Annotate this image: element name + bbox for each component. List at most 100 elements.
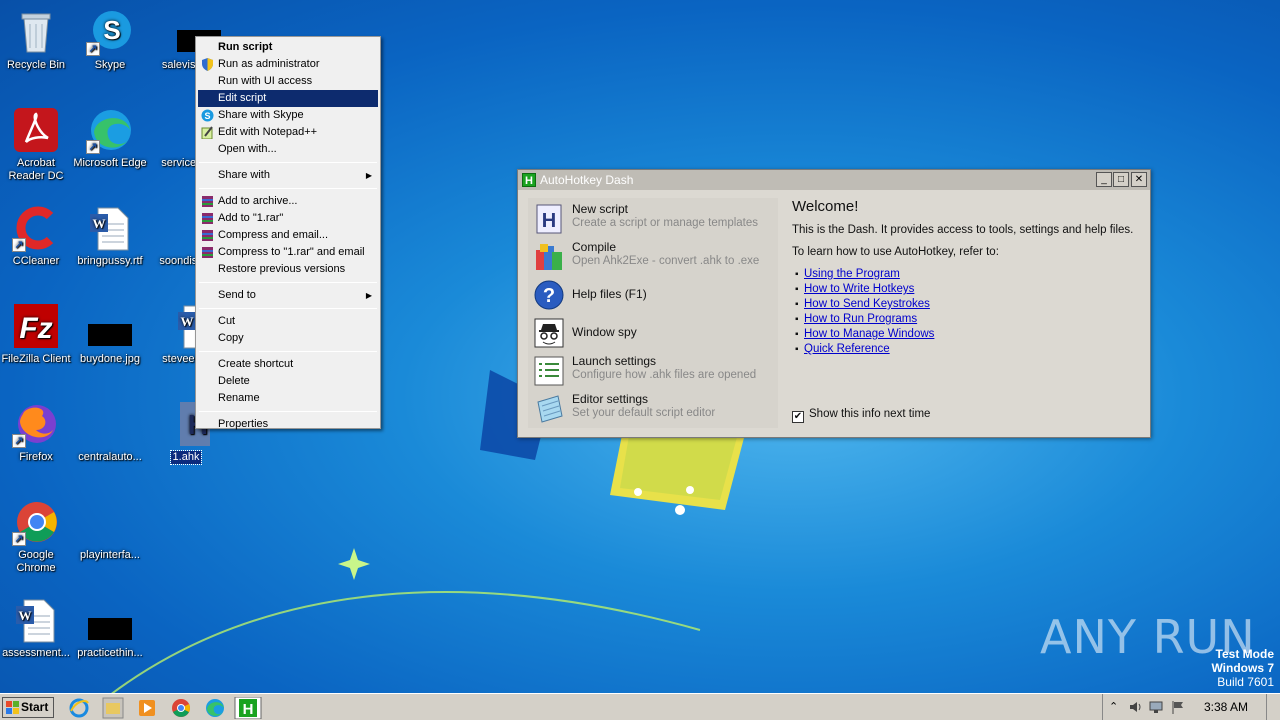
svg-text:H: H [243, 701, 254, 718]
ahk-dash-window: H AutoHotkey Dash _ □ ✕ H New script Cre… [517, 169, 1151, 438]
menu-item-share-with[interactable]: Share with ▶ [198, 167, 378, 184]
link-run-programs[interactable]: How to Run Programs [804, 313, 917, 325]
media-player-icon[interactable] [136, 697, 158, 719]
menu-item-open-with[interactable]: Open with... [198, 141, 378, 158]
menu-item-compress-email[interactable]: Compress and email... [198, 227, 378, 244]
menu-item-rename[interactable]: Rename [198, 390, 378, 407]
desktop-icon-recycle-bin[interactable]: Recycle Bin [0, 8, 74, 72]
menu-item-copy[interactable]: Copy [198, 330, 378, 347]
redacted-image-icon [86, 302, 134, 350]
show-info-checkbox[interactable]: ✔ [792, 411, 804, 423]
welcome-panel: Welcome! This is the Dash. It provides a… [792, 198, 1142, 357]
welcome-description: This is the Dash. It provides access to … [792, 224, 1134, 236]
help-link-item: How to Send Keystrokes [795, 297, 1142, 312]
maximize-button[interactable]: □ [1113, 172, 1129, 187]
desktop-icon-bringpussy[interactable]: W bringpussy.rtf [72, 204, 148, 268]
menu-item-add-rar[interactable]: Add to "1.rar" [198, 210, 378, 227]
skype-icon: S [201, 109, 214, 122]
submenu-arrow-icon: ▶ [365, 291, 372, 300]
shortcut-arrow-icon: ↗ [12, 532, 26, 546]
desktop-icon-filezilla[interactable]: Fz FileZilla Client [0, 302, 74, 366]
link-send-keystrokes[interactable]: How to Send Keystrokes [804, 298, 930, 310]
svg-text:W: W [181, 314, 194, 329]
menu-item-properties[interactable]: Properties [198, 416, 378, 433]
help-link-item: How to Run Programs [795, 312, 1142, 327]
edge-icon: ↗ [86, 106, 134, 154]
menu-separator [199, 282, 377, 283]
desktop-icon-acrobat[interactable]: Acrobat Reader DC [0, 106, 74, 183]
winrar-icon [202, 230, 213, 241]
menu-item-cut[interactable]: Cut [198, 313, 378, 330]
menu-item-edit-script[interactable]: Edit script [198, 90, 378, 107]
menu-separator [199, 411, 377, 412]
dash-item-editor-settings[interactable]: Editor settings Set your default script … [532, 392, 778, 426]
menu-separator [199, 162, 377, 163]
desktop-icon-centralauto[interactable]: centralauto... [72, 400, 148, 464]
dash-item-launch-settings[interactable]: Launch settings Configure how .ahk files… [532, 354, 778, 388]
window-titlebar[interactable]: H AutoHotkey Dash _ □ ✕ [518, 170, 1150, 190]
menu-item-add-archive[interactable]: Add to archive... [198, 193, 378, 210]
menu-item-send-to[interactable]: Send to ▶ [198, 287, 378, 304]
menu-item-run-script[interactable]: Run script [198, 39, 378, 56]
desktop-icon-edge[interactable]: ↗ Microsoft Edge [72, 106, 148, 170]
shortcut-arrow-icon: ↗ [12, 434, 26, 448]
menu-item-share-skype[interactable]: S Share with Skype [198, 107, 378, 124]
link-write-hotkeys[interactable]: How to Write Hotkeys [804, 283, 914, 295]
dash-item-compile[interactable]: Compile Open Ahk2Exe - convert .ahk to .… [532, 240, 778, 274]
clock[interactable]: 3:38 AM [1204, 700, 1248, 714]
desktop-icon-buydone[interactable]: buydone.jpg [72, 302, 148, 366]
autohotkey-taskbar-icon[interactable]: H [234, 697, 262, 719]
dash-item-new-script[interactable]: H New script Create a script or manage t… [532, 202, 778, 236]
menu-item-run-ui-access[interactable]: Run with UI access [198, 73, 378, 90]
desktop-icon-practicethin[interactable]: practicethin... [72, 596, 148, 660]
winrar-icon [202, 247, 213, 258]
menu-item-edit-notepadpp[interactable]: Edit with Notepad++ [198, 124, 378, 141]
word-document-icon: W [86, 204, 134, 252]
tray-expand-icon[interactable]: ⌃ [1109, 700, 1123, 714]
ccleaner-icon: ↗ [12, 204, 60, 252]
network-icon[interactable] [1149, 700, 1163, 714]
menu-item-run-as-admin[interactable]: Run as administrator [198, 56, 378, 73]
menu-item-compress-rar-email[interactable]: Compress to "1.rar" and email [198, 244, 378, 261]
desktop-icon-playinterfa[interactable]: playinterfa... [72, 498, 148, 562]
notepadpp-icon [201, 126, 213, 139]
link-manage-windows[interactable]: How to Manage Windows [804, 328, 934, 340]
svg-text:Fz: Fz [19, 312, 52, 345]
action-center-flag-icon[interactable] [1171, 700, 1185, 714]
welcome-refer: To learn how to use AutoHotkey, refer to… [792, 246, 999, 258]
blank-file-icon [86, 498, 134, 546]
windows-logo-icon [6, 701, 19, 714]
desktop-icon-firefox[interactable]: ↗ Firefox [0, 400, 74, 464]
menu-item-delete[interactable]: Delete [198, 373, 378, 390]
link-using-program[interactable]: Using the Program [804, 268, 900, 280]
dash-item-window-spy[interactable]: Window spy [532, 316, 778, 350]
ahk-logo-icon: H [522, 173, 536, 187]
close-button[interactable]: ✕ [1131, 172, 1147, 187]
help-link-item: How to Write Hotkeys [795, 282, 1142, 297]
volume-icon[interactable] [1129, 700, 1143, 714]
show-desktop-button[interactable] [1266, 694, 1280, 720]
word-document-icon: W [12, 596, 60, 644]
desktop-icon-assessment[interactable]: W assessment... [0, 596, 74, 660]
show-info-checkbox-row[interactable]: ✔ Show this info next time [792, 408, 930, 423]
menu-item-restore-versions[interactable]: Restore previous versions [198, 261, 378, 278]
acrobat-icon [12, 106, 60, 154]
desktop-icon-skype[interactable]: S ↗ Skype [72, 8, 148, 72]
minimize-button[interactable]: _ [1096, 172, 1112, 187]
help-links-list: Using the Program How to Write Hotkeys H… [792, 267, 1142, 357]
dash-item-help-files[interactable]: ? Help files (F1) [532, 278, 778, 312]
help-link-item: How to Manage Windows [795, 327, 1142, 342]
svg-text:S: S [103, 15, 120, 45]
shortcut-arrow-icon: ↗ [12, 238, 26, 252]
internet-explorer-icon[interactable] [68, 697, 90, 719]
chrome-icon[interactable] [170, 697, 192, 719]
menu-separator [199, 351, 377, 352]
edge-icon[interactable] [204, 697, 226, 719]
explorer-folder-icon[interactable] [102, 697, 124, 719]
start-button[interactable]: Start [2, 697, 54, 718]
test-mode-watermark: Test Mode Windows 7 Build 7601 [1211, 647, 1274, 689]
menu-item-create-shortcut[interactable]: Create shortcut [198, 356, 378, 373]
link-quick-reference[interactable]: Quick Reference [804, 343, 890, 355]
desktop-icon-chrome[interactable]: ↗ Google Chrome [0, 498, 74, 575]
desktop-icon-ccleaner[interactable]: ↗ CCleaner [0, 204, 74, 268]
